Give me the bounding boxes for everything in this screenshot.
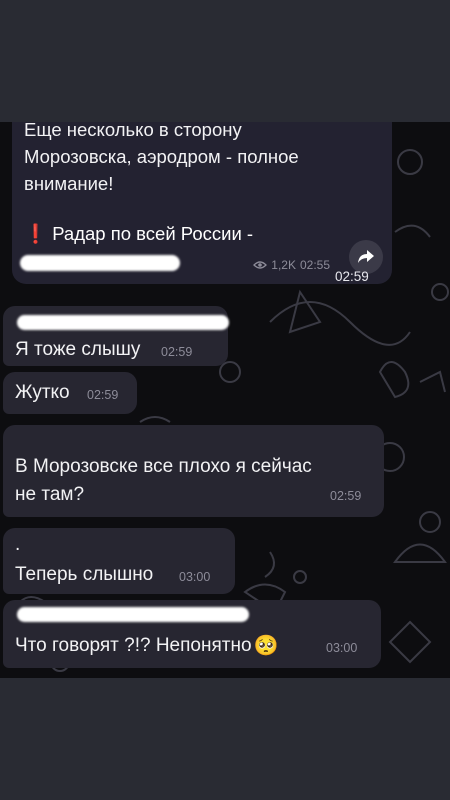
exclamation-icon: ❗ (24, 223, 48, 244)
message-bubble[interactable]: Жутко 02:59 (3, 372, 137, 414)
message-line: не там? (15, 484, 85, 505)
forwarded-message-bubble[interactable]: Еще несколько в сторону Морозовска, аэро… (12, 122, 392, 284)
message-time: 03:00 (326, 641, 358, 655)
redacted-sender (17, 607, 249, 622)
post-time: 02:55 (299, 258, 330, 272)
forwarded-message-text: Еще несколько в сторону Морозовска, аэро… (24, 122, 299, 197)
message-bubble[interactable]: . Теперь слышно 03:00 (3, 528, 235, 594)
message-time: 02:59 (161, 345, 193, 359)
radar-line: ❗ Радар по всей России - (24, 221, 253, 247)
redacted-sender (17, 315, 229, 330)
bottom-frame (0, 678, 450, 800)
message-time: 02:59 (335, 269, 369, 284)
message-bubble[interactable]: Я тоже слышу 02:59 (3, 306, 229, 366)
eye-icon (253, 261, 268, 269)
message-time: 02:59 (87, 388, 119, 402)
forwarded-line: Морозовска, аэродром - полное (24, 146, 299, 167)
radar-text: Радар по всей России - (52, 223, 254, 244)
message-text-content: Что говорят ?!? Непонятно (15, 635, 252, 656)
message-text: В Морозовске все плохо я сейчас не там? (15, 453, 312, 509)
message-bubble[interactable]: Что говорят ?!? Непонятно 🥺 03:00 (3, 600, 381, 668)
message-text: Теперь слышно (15, 564, 154, 585)
message-text: Что говорят ?!? Непонятно 🥺 (15, 633, 278, 659)
share-arrow-icon (358, 250, 374, 263)
message-bubble[interactable]: В Морозовске все плохо я сейчас не там? … (3, 425, 384, 517)
message-dot: . (15, 534, 21, 555)
pleading-face-emoji: 🥺 (253, 635, 279, 657)
message-line: В Морозовске все плохо я сейчас (15, 456, 312, 477)
forwarded-line: Еще несколько в сторону (24, 122, 242, 140)
message-time: 02:59 (330, 489, 362, 503)
forwarded-line: внимание! (24, 173, 114, 194)
view-count: 1,2K (271, 258, 296, 272)
post-stats: 1,2K 02:55 (253, 258, 330, 272)
message-text: Я тоже слышу (15, 339, 141, 360)
chat-area[interactable]: Еще несколько в сторону Морозовска, аэро… (0, 122, 450, 678)
message-text: Жутко (15, 382, 70, 403)
redacted-link (20, 255, 180, 271)
message-time: 03:00 (179, 570, 211, 584)
